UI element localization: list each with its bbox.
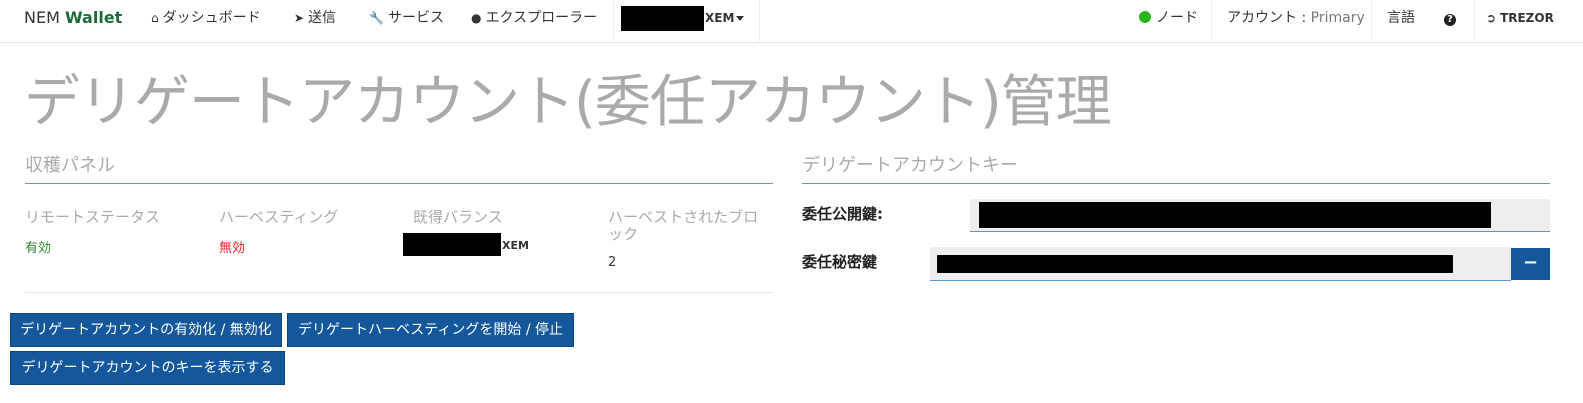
nav-explorer[interactable]: ● エクスプローラー <box>471 0 597 43</box>
nav-divider <box>1474 0 1475 43</box>
private-key-label: 委任秘密鍵 <box>802 253 878 271</box>
private-key-field[interactable] <box>930 247 1511 281</box>
nav-send-label: 送信 <box>308 10 337 26</box>
private-key-redacted <box>937 255 1453 273</box>
nav-divider <box>613 0 614 43</box>
sign-out-icon: ➲ <box>1486 11 1497 25</box>
harvesting-value: 無効 <box>219 241 246 256</box>
nav-send[interactable]: ➤ 送信 <box>294 0 336 43</box>
delegate-keys-heading: デリゲートアカウントキー <box>802 155 1018 176</box>
globe-icon: ● <box>471 11 482 25</box>
toggle-delegate-account-button[interactable]: デリゲートアカウントの有効化 / 無効化 <box>10 313 282 347</box>
harvesting-label: ハーベスティング <box>219 208 339 226</box>
nav-dashboard[interactable]: ⌂ ダッシュボード <box>151 0 261 43</box>
brand-accent-text: Wallet <box>64 8 123 27</box>
paper-plane-icon: ➤ <box>294 11 305 25</box>
harvested-blocks-label-line2: ック <box>608 225 639 243</box>
nav-logout-label: TREZOR <box>1500 11 1554 25</box>
nav-explorer-label: エクスプローラー <box>485 10 598 26</box>
nav-divider <box>1371 0 1372 43</box>
remote-status-label: リモートステータス <box>25 208 161 226</box>
nav-language-label: 言語 <box>1387 10 1415 26</box>
node-status-icon <box>1139 11 1151 23</box>
nav-dashboard-label: ダッシュボード <box>162 10 261 26</box>
home-icon: ⌂ <box>151 11 159 25</box>
delegate-keys-divider <box>802 183 1550 184</box>
stats-divider <box>25 292 773 293</box>
balance-redacted <box>621 6 704 31</box>
harvested-blocks-value: 2 <box>608 255 617 270</box>
hide-private-key-button[interactable]: − <box>1511 248 1550 280</box>
nav-divider <box>759 0 760 43</box>
harvested-blocks-label-line1: ハーベストされたブロ <box>608 208 759 226</box>
harvest-panel-divider <box>25 183 773 184</box>
question-icon: ? <box>1444 14 1456 26</box>
public-key-redacted <box>979 202 1491 228</box>
nav-node[interactable]: ノード <box>1139 0 1198 43</box>
harvest-panel-heading: 収穫パネル <box>25 155 115 176</box>
vested-balance-redacted <box>403 233 501 256</box>
nav-services-label: サービス <box>387 10 444 26</box>
brand-text: NEM <box>24 8 65 27</box>
brand-logo[interactable]: NEM Wallet <box>24 0 122 43</box>
top-navbar: NEM Wallet ⌂ ダッシュボード ➤ 送信 🔧 サービス ● エクスプローラー … <box>0 0 1583 43</box>
nav-account[interactable]: アカウント : Primary <box>1227 0 1365 43</box>
nav-divider <box>1211 0 1212 43</box>
wrench-icon: 🔧 <box>369 11 384 25</box>
remote-status-value: 有効 <box>25 241 52 256</box>
balance-unit: XEM <box>705 11 735 25</box>
account-label: アカウント : <box>1227 10 1311 26</box>
chevron-down-icon <box>732 0 744 36</box>
harvested-blocks-label: ハーベストされたブロ ック <box>608 209 758 243</box>
toggle-delegate-harvesting-button[interactable]: デリゲートハーベスティングを開始 / 停止 <box>287 313 574 347</box>
nav-node-label: ノード <box>1156 10 1198 26</box>
public-key-field[interactable] <box>970 199 1550 232</box>
vested-balance-unit: XEM <box>502 239 529 252</box>
vested-balance-label: 既得バランス <box>413 208 503 226</box>
show-delegate-keys-button[interactable]: デリゲートアカウントのキーを表示する <box>10 351 285 385</box>
nav-language[interactable]: 言語 <box>1387 0 1415 43</box>
public-key-label: 委任公開鍵: <box>802 205 883 223</box>
balance-dropdown[interactable]: XEM <box>620 0 760 43</box>
nav-services[interactable]: 🔧 サービス <box>369 0 444 43</box>
page-title: デリゲートアカウント(委任アカウント)管理 <box>24 70 1112 135</box>
nav-help[interactable]: ? <box>1444 0 1456 43</box>
account-name: Primary <box>1310 10 1365 26</box>
nav-logout[interactable]: ➲ TREZOR <box>1486 0 1554 43</box>
